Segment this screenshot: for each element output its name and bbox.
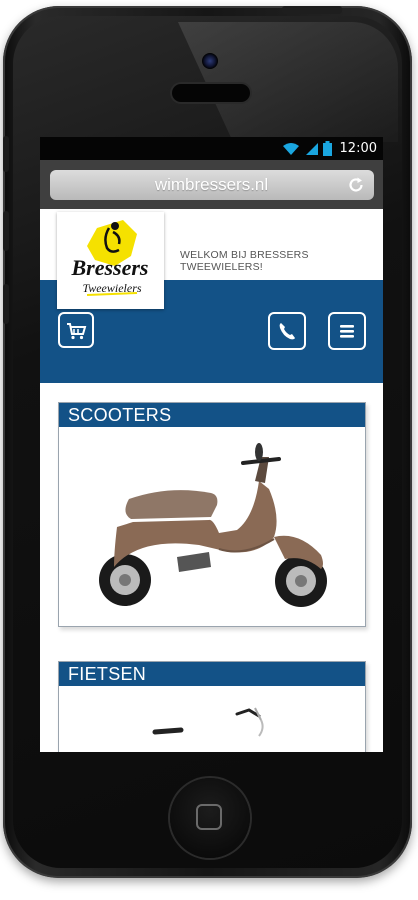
category-card-fietsen[interactable]: FIETSEN — [58, 661, 366, 752]
address-url: wimbressers.nl — [154, 174, 269, 194]
silent-switch — [3, 136, 9, 172]
cart-icon — [67, 323, 87, 340]
logo-brand: Bressers — [70, 255, 148, 280]
status-bar: 12:00 — [40, 137, 383, 160]
volume-up-button — [3, 211, 9, 251]
power-button — [282, 6, 342, 14]
phone-screen: 12:00 wimbressers.nl WELKOM BIJ BRESSERS… — [40, 137, 383, 752]
home-square-icon — [196, 804, 222, 830]
welcome-text: WELKOM BIJ BRESSERS TWEEWIELERS! — [180, 249, 309, 273]
volume-down-button — [3, 284, 9, 324]
logo-graphic: Bressers Tweewielers — [70, 220, 149, 296]
earpiece-speaker — [172, 84, 250, 102]
signal-icon — [305, 142, 318, 155]
reload-icon[interactable] — [347, 176, 365, 194]
menu-button[interactable] — [328, 312, 366, 350]
menu-icon — [340, 325, 354, 338]
bicycle-image — [59, 686, 365, 752]
browser-toolbar: wimbressers.nl — [40, 160, 383, 209]
category-title: SCOOTERS — [59, 403, 365, 427]
status-time: 12:00 — [339, 141, 377, 156]
category-title: FIETSEN — [59, 662, 365, 686]
wifi-icon — [282, 142, 299, 155]
site-logo[interactable]: Bressers Tweewielers — [57, 212, 164, 309]
home-button[interactable] — [170, 778, 250, 858]
page-content: WELKOM BIJ BRESSERS TWEEWIELERS! Bresser… — [40, 209, 383, 752]
address-bar[interactable]: wimbressers.nl — [49, 169, 374, 200]
phone-button[interactable] — [268, 312, 306, 350]
cart-button[interactable] — [58, 312, 94, 348]
phone-icon — [279, 323, 295, 340]
scooter-image — [59, 427, 365, 626]
battery-icon — [322, 141, 332, 156]
front-camera — [202, 53, 218, 69]
category-card-scooters[interactable]: SCOOTERS — [58, 402, 366, 627]
